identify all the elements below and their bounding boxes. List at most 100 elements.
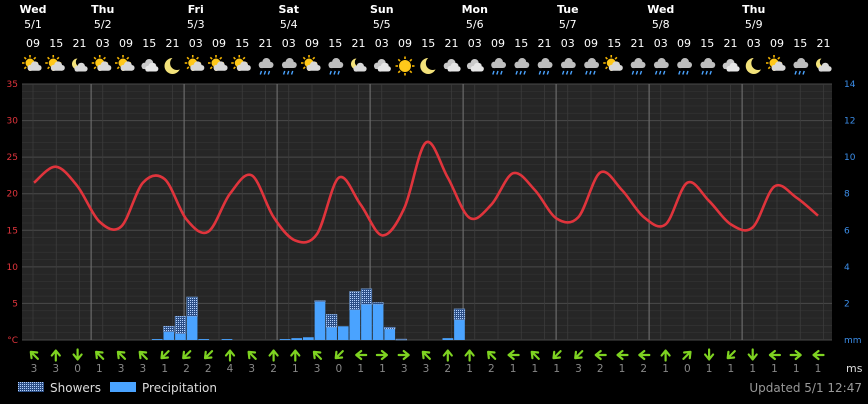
hour-label: 21 — [259, 37, 273, 50]
date-label: 5/5 — [373, 18, 391, 31]
wind-speed-label: 2 — [488, 363, 495, 375]
hour-label: 03 — [282, 37, 296, 50]
y-tick-label-precipitation: 4 — [844, 263, 850, 273]
showers-bar — [186, 296, 198, 317]
day-label: Sat — [278, 3, 299, 16]
hour-label: 03 — [96, 37, 110, 50]
showers-bar — [372, 302, 384, 305]
precipitation-bar — [361, 304, 372, 340]
date-label: 5/9 — [745, 18, 763, 31]
precipitation-bar — [326, 327, 337, 340]
wind-speed-label: 3 — [31, 363, 38, 375]
precipitation-bar — [279, 339, 291, 340]
y-tick-label-precipitation: 14 — [844, 80, 856, 90]
hour-label: 21 — [445, 37, 459, 50]
wind-speed-label: 1 — [161, 363, 168, 375]
wind-unit-label: ms — [846, 362, 863, 375]
hour-label: 15 — [142, 37, 156, 50]
wind-speed-label: 1 — [815, 363, 822, 375]
legend-label-showers: Showers — [50, 381, 101, 395]
hour-label: 09 — [770, 37, 784, 50]
wind-speed-label: 1 — [728, 363, 735, 375]
precipitation-bar — [291, 338, 303, 340]
updated-timestamp: Updated 5/1 12:47 — [749, 381, 862, 395]
hour-label: 03 — [561, 37, 575, 50]
y-unit-temperature: °C — [7, 336, 18, 346]
y-unit-precipitation: mm — [844, 336, 862, 346]
wind-speed-label: 2 — [597, 363, 604, 375]
hour-label: 21 — [817, 37, 831, 50]
showers-bar — [349, 291, 361, 311]
hour-label: 21 — [166, 37, 180, 50]
wind-speed-label: 1 — [793, 363, 800, 375]
wind-speed-label: 2 — [640, 363, 647, 375]
hour-label: 09 — [398, 37, 412, 50]
hour-label: 15 — [49, 37, 63, 50]
hour-label: 03 — [468, 37, 482, 50]
date-label: 5/4 — [280, 18, 298, 31]
precipitation-bar — [303, 337, 314, 340]
wind-speed-label: 3 — [248, 363, 255, 375]
wind-speed-label: 1 — [619, 363, 626, 375]
wind-speed-label: 4 — [227, 363, 234, 375]
showers-bar — [395, 338, 407, 341]
precipitation-bar — [163, 331, 175, 340]
plot-area — [22, 84, 832, 340]
showers-bar — [174, 315, 187, 334]
wind-speed-label: 3 — [118, 363, 125, 375]
wind-speed-label: 3 — [423, 363, 430, 375]
y-tick-label-precipitation: 6 — [844, 226, 850, 236]
date-label: 5/8 — [652, 18, 670, 31]
legend-swatch-showers — [18, 382, 44, 392]
y-tick-label-temperature: 5 — [12, 299, 18, 309]
y-tick-label-precipitation: 8 — [844, 190, 850, 200]
y-tick-label-temperature: 10 — [7, 263, 19, 273]
y-tick-label-precipitation: 12 — [844, 117, 855, 127]
hour-label: 09 — [584, 37, 598, 50]
date-label: 5/6 — [466, 18, 484, 31]
day-label: Fri — [188, 3, 204, 16]
hour-label: 09 — [677, 37, 691, 50]
y-tick-label-temperature: 20 — [7, 190, 19, 200]
hour-label: 15 — [421, 37, 435, 50]
hour-label: 21 — [73, 37, 87, 50]
wind-speed-label: 2 — [183, 363, 190, 375]
wind-speed-label: 1 — [357, 363, 364, 375]
wind-speed-label: 2 — [205, 363, 212, 375]
date-label: 5/2 — [94, 18, 112, 31]
y-tick-label-precipitation: 2 — [844, 299, 850, 309]
hour-label: 03 — [654, 37, 668, 50]
wind-speed-label: 3 — [314, 363, 321, 375]
wind-speed-label: 3 — [575, 363, 582, 375]
y-tick-label-temperature: 35 — [7, 80, 18, 90]
y-tick-label-precipitation: 10 — [844, 153, 856, 163]
wind-speed-label: 1 — [466, 363, 473, 375]
precipitation-bar — [186, 316, 198, 340]
hour-label: 09 — [119, 37, 133, 50]
day-label: Thu — [91, 3, 114, 16]
precipitation-bar — [454, 319, 465, 340]
date-label: 5/1 — [24, 18, 42, 31]
showers-bar — [453, 308, 466, 321]
wind-speed-label: 1 — [771, 363, 778, 375]
wind-speed-label: 1 — [662, 363, 669, 375]
day-label: Wed — [19, 3, 46, 16]
day-label: Mon — [462, 3, 488, 16]
meteogram-chart: 5101520253035°C2468101214mm 09 15 21 03 09 15… — [0, 0, 868, 404]
wind-speed-label: 0 — [684, 363, 691, 375]
wind-speed-label: 1 — [96, 363, 103, 375]
hour-label: 21 — [631, 37, 645, 50]
wind-speed-label: 1 — [749, 363, 756, 375]
hour-label: 15 — [700, 37, 714, 50]
hour-label: 21 — [538, 37, 552, 50]
wind-speed-label: 1 — [553, 363, 560, 375]
precipitation-bar — [384, 329, 396, 340]
precipitation-bar — [175, 333, 186, 340]
precipitation-bar — [337, 326, 349, 340]
showers-bar — [326, 314, 338, 328]
y-tick-label-temperature: 25 — [7, 153, 18, 163]
hour-label: 03 — [747, 37, 761, 50]
showers-bar — [163, 326, 175, 333]
hour-label: 03 — [375, 37, 389, 50]
hour-label: 15 — [793, 37, 807, 50]
